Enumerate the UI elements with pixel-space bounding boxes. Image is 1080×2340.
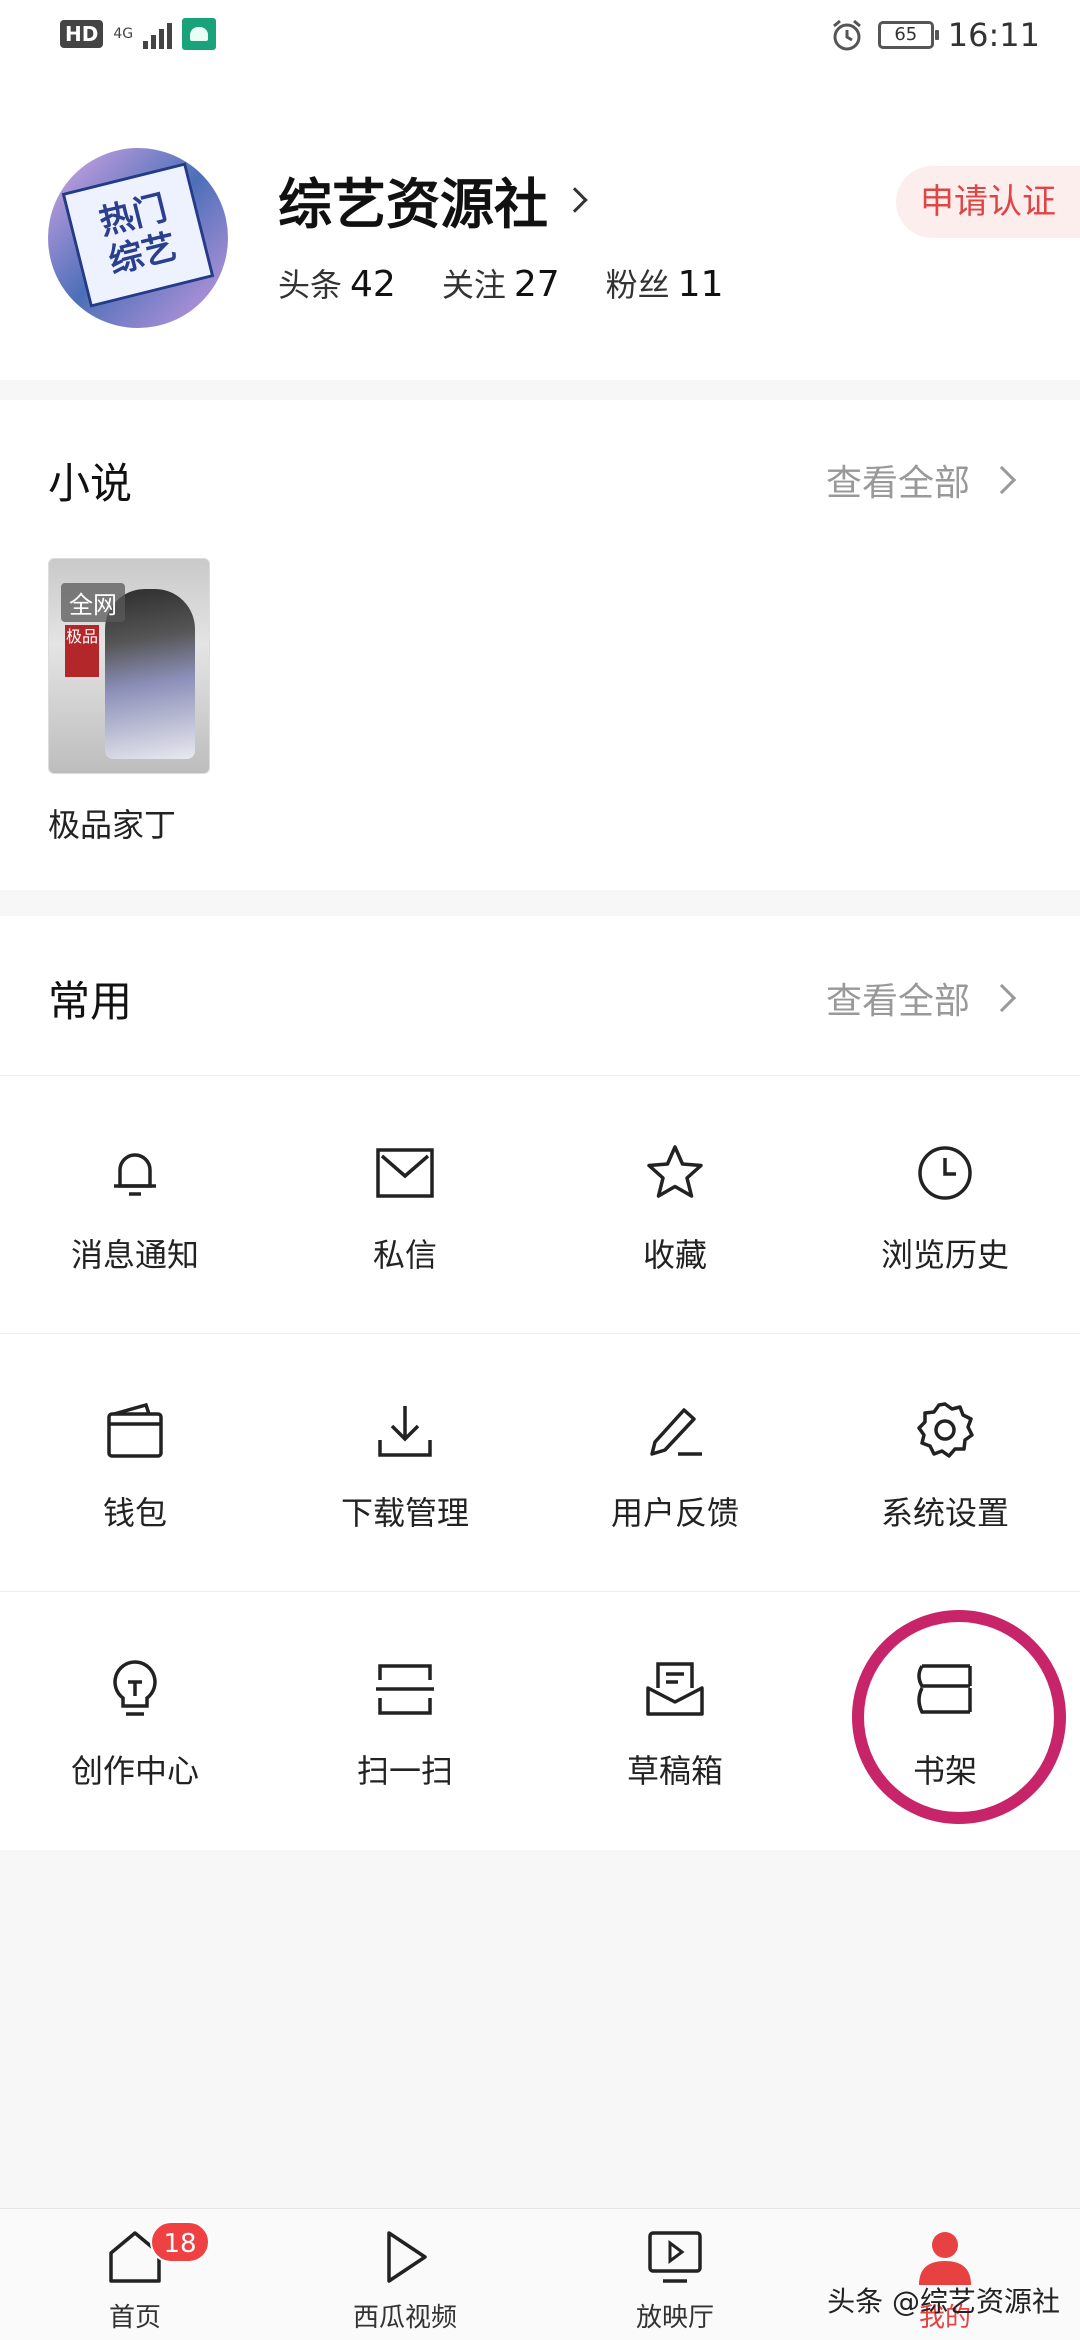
star-icon — [647, 1145, 703, 1198]
grid-label: 书架 — [912, 1752, 977, 1790]
chevron-right-icon — [562, 186, 588, 213]
battery-icon: 65 — [877, 21, 939, 49]
status-right: 65 16:11 — [830, 16, 1040, 54]
watermark: 头条 @综艺资源社 — [827, 2285, 1060, 2318]
grid-label: 钱包 — [102, 1494, 167, 1532]
hd-badge: HD — [60, 20, 104, 48]
network-type: 4G — [113, 26, 134, 42]
stat-headlines-value: 42 — [350, 264, 396, 305]
profile-stats: 头条 42 关注 27 粉丝 11 — [278, 260, 723, 306]
grid-item-creator-center[interactable]: 创作中心 — [0, 1592, 270, 1850]
grid-label: 创作中心 — [70, 1752, 199, 1790]
book-cover[interactable]: 全网 极品 — [48, 558, 210, 774]
lightbulb-icon — [113, 1660, 157, 1716]
grid-item-drafts[interactable]: 草稿箱 — [540, 1592, 810, 1850]
stat-following-value: 27 — [513, 264, 560, 305]
stat-headlines-label: 头条 — [278, 266, 343, 304]
novels-section: 小说 查看全部 全网 极品 极品家丁 — [0, 400, 1080, 890]
novels-view-all-label: 查看全部 — [825, 463, 970, 504]
common-view-all[interactable]: 查看全部 — [825, 972, 1017, 1024]
pen-icon — [650, 1408, 702, 1456]
avatar-card: 热门 综艺 — [61, 162, 215, 308]
user-icon — [919, 2232, 971, 2285]
wallet-icon — [107, 1402, 163, 1458]
status-bar: HD 4G 65 16:11 — [0, 0, 1080, 80]
grid-item-bookshelf[interactable]: 书架 — [810, 1592, 1080, 1850]
grid-label: 用户反馈 — [610, 1494, 739, 1532]
book-title[interactable]: 极品家丁 — [48, 800, 176, 846]
book-stamp: 极品 — [65, 625, 99, 677]
common-section: 常用 查看全部 消息通知 私信 收藏 浏览历史 钱包 下载管理 用户反馈 系统设… — [0, 916, 1080, 1850]
drafts-icon — [646, 1662, 704, 1716]
grid-label: 浏览历史 — [880, 1236, 1009, 1274]
grid-item-downloads[interactable]: 下载管理 — [270, 1334, 540, 1592]
nav-xigua-video[interactable]: 西瓜视频 — [270, 2209, 540, 2340]
mail-icon — [376, 1148, 434, 1198]
tv-icon — [648, 2231, 702, 2283]
avatar[interactable]: 热门 综艺 — [48, 148, 228, 328]
nav-me[interactable]: 我的 — [810, 2209, 1080, 2340]
nav-label: 西瓜视频 — [352, 2303, 457, 2333]
bookshelf-icon — [917, 1664, 972, 1714]
profile-name: 综艺资源社 — [278, 173, 548, 236]
play-icon — [387, 2231, 427, 2283]
alarm-icon — [832, 19, 861, 51]
grid-item-messages[interactable]: 私信 — [270, 1076, 540, 1334]
common-row-2: 钱包 下载管理 用户反馈 系统设置 — [0, 1334, 1080, 1592]
nav-label: 首页 — [108, 2303, 161, 2333]
stat-fans-value: 11 — [677, 264, 724, 305]
nav-screening-hall[interactable]: 放映厅 — [540, 2209, 810, 2340]
bottom-nav: 18 首页 西瓜视频 放映厅 我的 — [0, 2208, 1080, 2340]
stat-following[interactable]: 关注 27 — [442, 260, 560, 306]
stat-fans[interactable]: 粉丝 11 — [606, 260, 724, 306]
grid-item-settings[interactable]: 系统设置 — [810, 1334, 1080, 1592]
grid-item-scan[interactable]: 扫一扫 — [270, 1592, 540, 1850]
common-row-1: 消息通知 私信 收藏 浏览历史 — [0, 1076, 1080, 1334]
stat-headlines[interactable]: 头条 42 — [278, 260, 396, 306]
common-title: 常用 — [48, 977, 133, 1026]
bell-icon — [114, 1153, 156, 1196]
chevron-right-icon — [987, 465, 1017, 495]
grid-item-feedback[interactable]: 用户反馈 — [540, 1334, 810, 1592]
common-row-3: 创作中心 扫一扫 草稿箱 书架 — [0, 1592, 1080, 1850]
nav-label: 放映厅 — [635, 2303, 714, 2333]
book-badge: 全网 — [61, 583, 125, 622]
chevron-right-icon — [987, 983, 1017, 1013]
stat-fans-label: 粉丝 — [605, 266, 670, 304]
profile-header: 热门 综艺 综艺资源社 头条 42 关注 27 粉丝 11 申请认证 — [0, 80, 1080, 380]
grid-item-favorites[interactable]: 收藏 — [540, 1076, 810, 1334]
android-icon — [182, 18, 217, 50]
grid-item-history[interactable]: 浏览历史 — [810, 1076, 1080, 1334]
clock-time: 16:11 — [947, 16, 1040, 54]
grid-label: 草稿箱 — [626, 1752, 723, 1790]
novels-view-all[interactable]: 查看全部 — [825, 454, 1017, 506]
common-view-all-label: 查看全部 — [825, 981, 970, 1022]
status-left: HD 4G — [60, 18, 217, 50]
clock-icon — [918, 1146, 972, 1200]
grid-label: 下载管理 — [340, 1494, 469, 1532]
profile-name-link[interactable]: 综艺资源社 — [278, 160, 588, 239]
grid-item-notifications[interactable]: 消息通知 — [0, 1076, 270, 1334]
grid-label: 消息通知 — [70, 1236, 199, 1274]
scan-icon — [376, 1664, 434, 1715]
grid-label: 扫一扫 — [356, 1752, 453, 1790]
nav-home[interactable]: 18 首页 — [0, 2209, 270, 2340]
notification-badge: 18 — [150, 2221, 210, 2263]
screen: HD 4G 65 16:11 热门 综艺 综艺资源社 头条 42 关注 27 粉… — [0, 0, 1080, 2340]
apply-verification-button[interactable]: 申请认证 — [896, 166, 1080, 238]
grid-label: 系统设置 — [880, 1494, 1009, 1532]
download-icon — [378, 1406, 432, 1457]
grid-label: 收藏 — [642, 1236, 707, 1274]
gear-icon — [917, 1402, 974, 1458]
novels-title: 小说 — [48, 459, 133, 508]
common-header: 常用 查看全部 — [0, 916, 1080, 1076]
signal-icon — [143, 19, 173, 49]
stat-following-label: 关注 — [441, 266, 506, 304]
grid-label: 私信 — [372, 1236, 437, 1274]
grid-item-wallet[interactable]: 钱包 — [0, 1334, 270, 1592]
